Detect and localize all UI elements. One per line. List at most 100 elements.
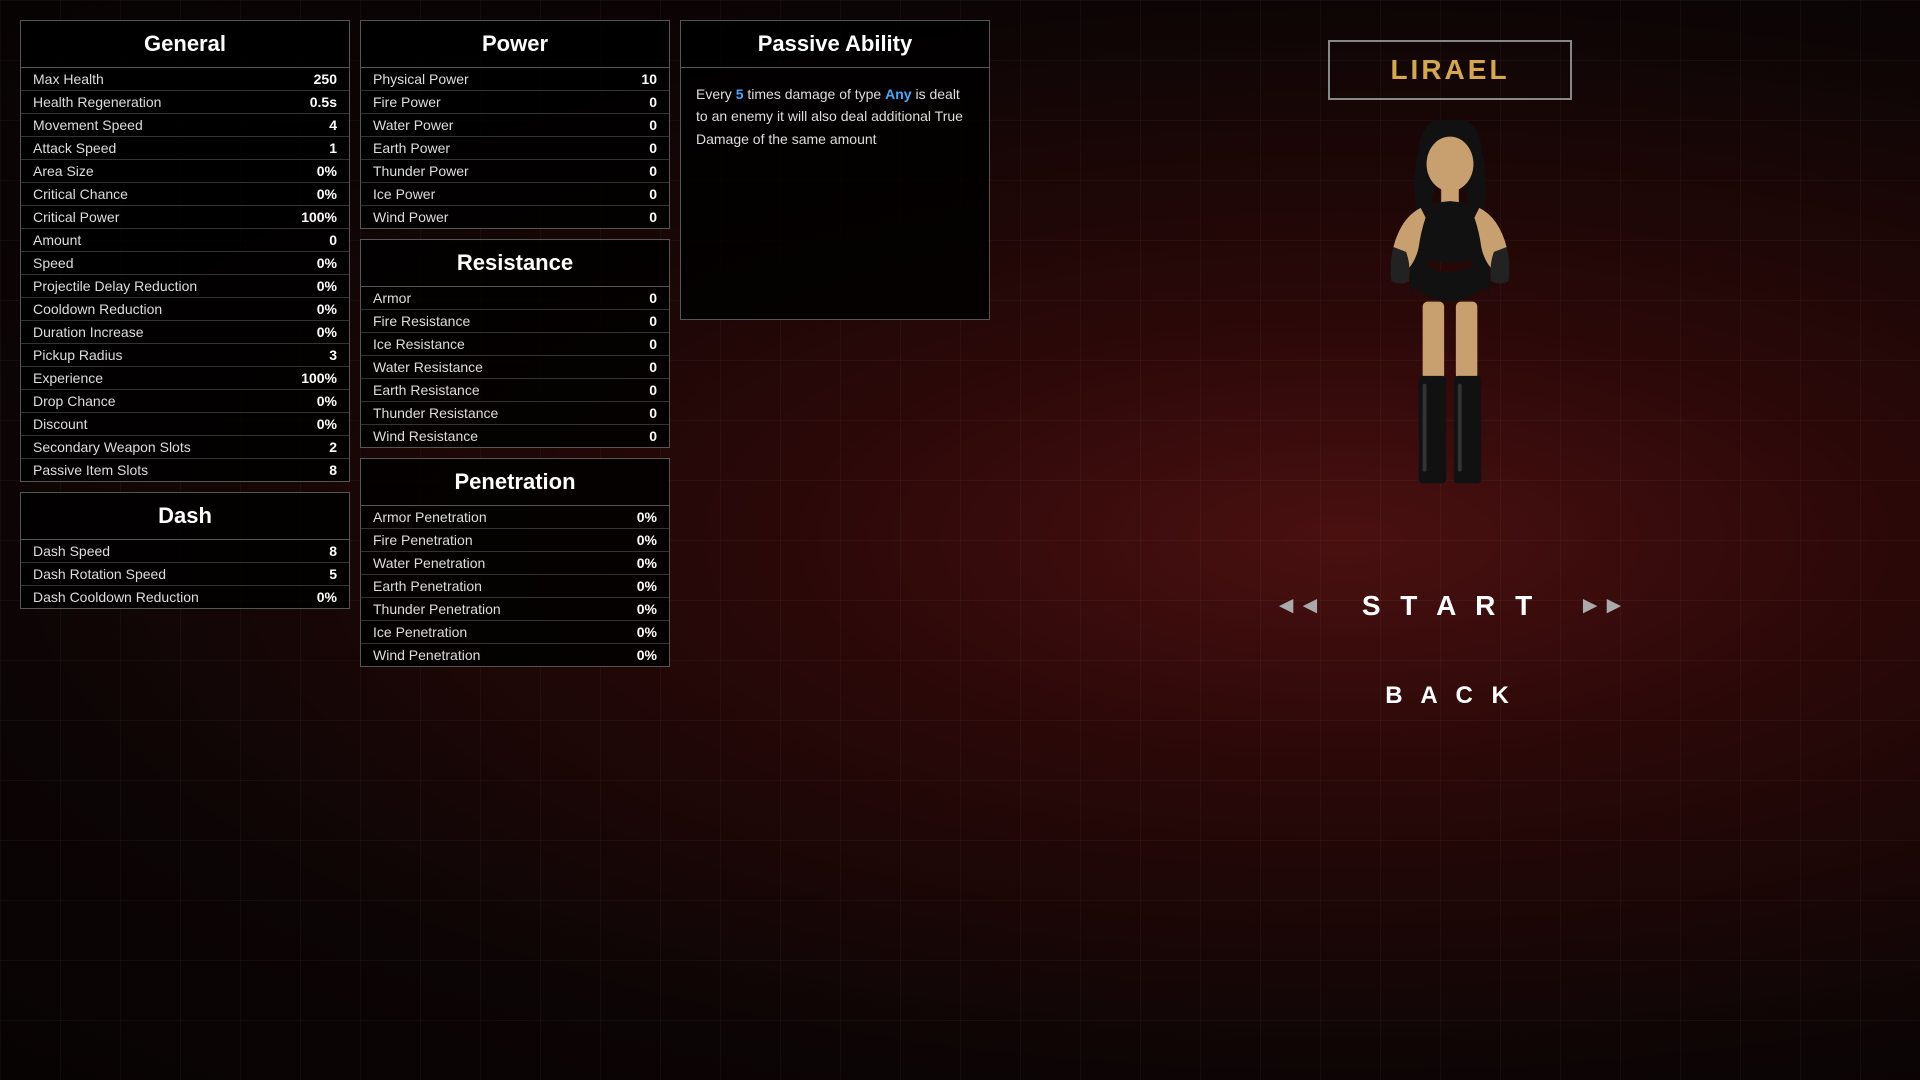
nav-controls: ◄◄ S T A R T ►►: [1274, 590, 1625, 622]
start-button[interactable]: S T A R T: [1362, 590, 1538, 622]
stat-value: 0: [649, 359, 657, 375]
power-panel: Power Physical Power10Fire Power0Water P…: [360, 20, 670, 229]
resistance-title: Resistance: [361, 240, 669, 287]
table-row: Armor0: [361, 287, 669, 310]
table-row: Critical Chance0%: [21, 183, 349, 206]
table-row: Critical Power100%: [21, 206, 349, 229]
next-arrow[interactable]: ►►: [1578, 592, 1626, 620]
table-row: Drop Chance 0%: [21, 390, 349, 413]
stat-label: Earth Resistance: [373, 382, 480, 398]
passive-type: Any: [885, 86, 911, 102]
stat-label: Area Size: [33, 163, 94, 179]
stat-label: Water Power: [373, 117, 453, 133]
table-row: Movement Speed 4: [21, 114, 349, 137]
back-button[interactable]: B A C K: [1385, 682, 1515, 710]
stat-label: Critical Chance: [33, 186, 128, 202]
table-row: Wind Power0: [361, 206, 669, 228]
table-row: Pickup Radius3: [21, 344, 349, 367]
dash-panel: Dash Dash Speed8Dash Rotation Speed5Dash…: [20, 492, 350, 609]
stat-value: 0%: [317, 393, 337, 409]
table-row: Ice Resistance 0: [361, 333, 669, 356]
stat-value: 0: [649, 186, 657, 202]
stat-value: 0.5s: [310, 94, 337, 110]
stat-value: 0%: [317, 589, 337, 605]
table-row: Fire Resistance0: [361, 310, 669, 333]
stat-value: 0%: [637, 601, 657, 617]
stat-value: 0: [649, 140, 657, 156]
passive-text-1: Every: [696, 86, 736, 102]
stat-value: 0%: [317, 324, 337, 340]
stat-label: Ice Resistance: [373, 336, 465, 352]
table-row: Secondary Weapon Slots 2: [21, 436, 349, 459]
stat-label: Fire Penetration: [373, 532, 473, 548]
stat-label: Thunder Power: [373, 163, 469, 179]
stat-label: Drop Chance: [33, 393, 116, 409]
stat-value: 10: [641, 71, 657, 87]
passive-panel: Passive Ability Every 5 times damage of …: [680, 20, 990, 320]
table-row: Physical Power 10: [361, 68, 669, 91]
stat-label: Speed: [33, 255, 73, 271]
resistance-panel: Resistance Armor0Fire Resistance0Ice Res…: [360, 239, 670, 448]
table-row: Water Penetration0%: [361, 552, 669, 575]
stat-label: Earth Power: [373, 140, 450, 156]
table-row: Dash Cooldown Reduction 0%: [21, 586, 349, 608]
stat-label: Fire Resistance: [373, 313, 470, 329]
stat-label: Wind Penetration: [373, 647, 480, 663]
stat-label: Experience: [33, 370, 103, 386]
general-stats: Max Health250Health Regeneration0.5sMove…: [21, 68, 349, 481]
stat-label: Cooldown Reduction: [33, 301, 162, 317]
table-row: Fire Power 0: [361, 91, 669, 114]
stat-value: 8: [329, 462, 337, 478]
stat-value: 8: [329, 543, 337, 559]
passive-title: Passive Ability: [681, 21, 989, 68]
stat-label: Amount: [33, 232, 81, 248]
table-row: Health Regeneration 0.5s: [21, 91, 349, 114]
stat-label: Armor Penetration: [373, 509, 487, 525]
stat-value: 0: [649, 94, 657, 110]
table-row: Water Resistance 0: [361, 356, 669, 379]
stat-label: Duration Increase: [33, 324, 144, 340]
table-row: Thunder Resistance 0: [361, 402, 669, 425]
main-content: General Max Health250Health Regeneration…: [0, 0, 1920, 1080]
stat-value: 0: [649, 336, 657, 352]
stat-label: Water Resistance: [373, 359, 483, 375]
passive-panel-container: Passive Ability Every 5 times damage of …: [680, 20, 990, 1060]
stat-label: Secondary Weapon Slots: [33, 439, 191, 455]
stat-label: Dash Cooldown Reduction: [33, 589, 199, 605]
table-row: Speed0%: [21, 252, 349, 275]
stat-label: Water Penetration: [373, 555, 485, 571]
stat-label: Thunder Resistance: [373, 405, 498, 421]
stat-label: Critical Power: [33, 209, 119, 225]
stat-label: Passive Item Slots: [33, 462, 148, 478]
table-row: Ice Power 0: [361, 183, 669, 206]
stat-value: 0: [649, 117, 657, 133]
stat-value: 0%: [317, 416, 337, 432]
stat-label: Wind Resistance: [373, 428, 478, 444]
stat-label: Projectile Delay Reduction: [33, 278, 197, 294]
stat-label: Thunder Penetration: [373, 601, 501, 617]
table-row: Amount0: [21, 229, 349, 252]
character-name: LIRAEL: [1390, 54, 1509, 86]
stat-value: 2: [329, 439, 337, 455]
character-sprite: [1320, 120, 1580, 560]
stat-value: 100%: [301, 370, 337, 386]
stat-label: Ice Power: [373, 186, 435, 202]
table-row: Ice Penetration0%: [361, 621, 669, 644]
general-panel: General Max Health250Health Regeneration…: [20, 20, 350, 482]
stat-value: 0: [649, 405, 657, 421]
table-row: Passive Item Slots 8: [21, 459, 349, 481]
character-svg: [1350, 120, 1550, 540]
stat-label: Health Regeneration: [33, 94, 161, 110]
prev-arrow[interactable]: ◄◄: [1274, 592, 1322, 620]
stat-label: Fire Power: [373, 94, 441, 110]
table-row: Dash Rotation Speed5: [21, 563, 349, 586]
table-row: Earth Resistance0: [361, 379, 669, 402]
stat-value: 0%: [637, 578, 657, 594]
table-row: Area Size0%: [21, 160, 349, 183]
stat-value: 4: [329, 117, 337, 133]
left-panels: General Max Health250Health Regeneration…: [20, 20, 350, 1060]
table-row: Wind Resistance0: [361, 425, 669, 447]
table-row: Fire Penetration0%: [361, 529, 669, 552]
stat-label: Physical Power: [373, 71, 469, 87]
stat-label: Movement Speed: [33, 117, 143, 133]
